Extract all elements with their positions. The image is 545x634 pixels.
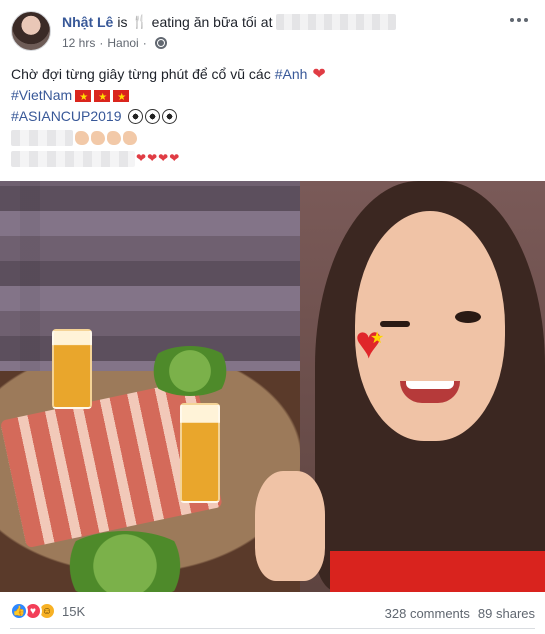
soccer-ball-icon (144, 109, 160, 124)
soccer-ball-icon (161, 109, 177, 124)
heart-icon: ❤ (312, 66, 326, 83)
vietnam-flag-icon (94, 87, 111, 108)
post-timestamp[interactable]: 12 hrs (62, 36, 95, 50)
divider (10, 628, 535, 629)
vietnam-flag-icon (75, 87, 92, 108)
more-dots-icon (510, 18, 514, 22)
like-icon: 👍 (10, 602, 28, 620)
is-text: is (117, 14, 128, 30)
muscle-icon (123, 130, 137, 145)
heart-icon: ❤ (169, 151, 180, 165)
post-photo[interactable]: ♥ (0, 181, 545, 592)
post-text-line: ❤ ❤ ❤ ❤ (11, 148, 531, 169)
blurred-place-name (276, 14, 397, 30)
post-header: Nhật Lê is 🍴 eating ăn bữa tối at 12 hrs… (0, 0, 545, 60)
eye (380, 321, 410, 327)
muscle-icon (75, 130, 89, 145)
lettuce-plate (55, 531, 195, 592)
at-text: at (260, 14, 273, 30)
vietnam-flag-icon (113, 87, 130, 108)
post-text-line: Chờ đợi từng giây từng phút để cổ vũ các… (11, 64, 531, 85)
hashtag-anh[interactable]: #Anh (275, 64, 308, 85)
muscle-icon (107, 130, 121, 145)
shares-count[interactable]: 89 shares (478, 606, 535, 621)
post-location[interactable]: Hanoi (107, 36, 138, 50)
post-footer: 👍 ♥ ☺ 15K 328 comments 89 shares (0, 598, 545, 629)
muscle-icon (91, 130, 105, 145)
red-shirt (330, 551, 545, 592)
post-headline: Nhật Lê is 🍴 eating ăn bữa tối at (62, 14, 397, 30)
activity-text: eating ăn bữa tối (151, 14, 257, 30)
soccer-ball-icon (127, 109, 143, 124)
post-meta: 12 hrs · Hanoi · (62, 36, 167, 50)
more-options-button[interactable] (507, 10, 531, 30)
hashtag-asiancup[interactable]: #ASIANCUP2019 (11, 106, 122, 127)
post-text-line (11, 127, 531, 148)
reaction-count[interactable]: 15K (62, 604, 85, 619)
blurred-text (11, 129, 73, 146)
heart-icon: ❤ (147, 151, 158, 165)
hashtag-vietnam[interactable]: #VietNam (11, 85, 72, 106)
author-name[interactable]: Nhật Lê (62, 14, 113, 30)
eye (455, 311, 481, 323)
avatar[interactable] (11, 11, 51, 51)
post-text-line: #ASIANCUP2019 (11, 106, 531, 127)
beer-glass (52, 329, 92, 409)
meta-separator: · (142, 36, 147, 50)
blurred-text (11, 150, 135, 167)
hand (255, 471, 325, 581)
engagement-stats: 328 comments 89 shares (385, 606, 535, 621)
post-text: Chờ đợi từng giây từng phút để cổ vũ các… (11, 64, 531, 169)
globe-icon[interactable] (154, 37, 167, 49)
heart-icon: ❤ (158, 151, 169, 165)
lettuce-plate (145, 346, 235, 396)
heart-icon: ❤ (136, 151, 147, 165)
vietnam-heart-sticker: ♥ (355, 319, 385, 365)
post-text-content: Chờ đợi từng giây từng phút để cổ vũ các (11, 66, 271, 82)
comments-count[interactable]: 328 comments (385, 606, 470, 621)
post-text-line: #VietNam (11, 85, 531, 108)
meta-separator: · (99, 36, 104, 50)
beer-glass (180, 403, 220, 503)
reactions-summary[interactable]: 👍 ♥ ☺ 15K (10, 602, 85, 620)
facebook-post-card: Nhật Lê is 🍴 eating ăn bữa tối at 12 hrs… (0, 0, 545, 634)
fork-knife-icon: 🍴 (131, 14, 148, 29)
